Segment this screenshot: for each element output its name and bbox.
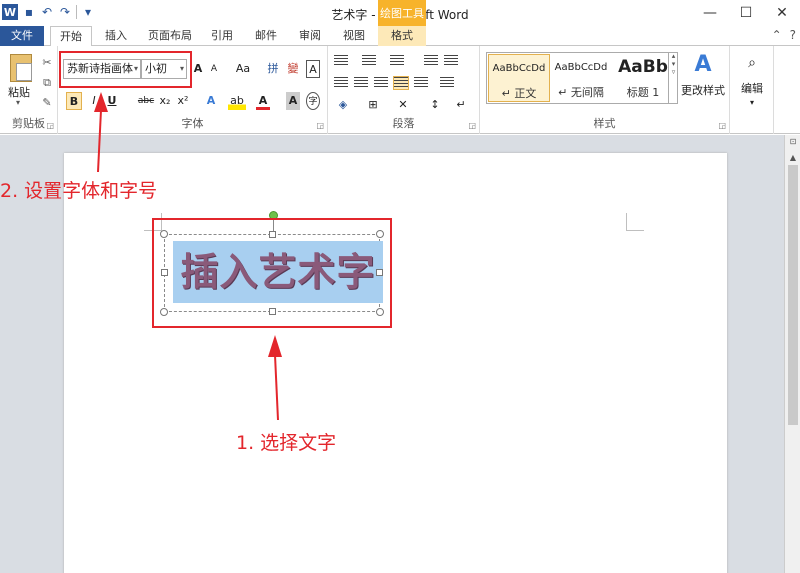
tab-review[interactable]: 审阅 bbox=[292, 26, 328, 46]
copy-icon[interactable]: ⧉ bbox=[40, 76, 54, 90]
annotation-box-text bbox=[152, 218, 392, 328]
drawing-tools-context: 绘图工具 bbox=[378, 0, 426, 26]
clear-format-icon[interactable]: 變 bbox=[286, 60, 300, 78]
paragraph-group-label: 段落 bbox=[392, 117, 415, 130]
paragraph-launcher-icon[interactable]: ◲ bbox=[468, 121, 476, 130]
justify-icon[interactable] bbox=[393, 76, 410, 90]
italic-button[interactable]: I bbox=[88, 92, 100, 110]
sort-icon[interactable]: ↕ bbox=[428, 96, 442, 114]
tab-references[interactable]: 引用 bbox=[204, 26, 240, 46]
ribbon-tabs: 文件 开始 插入 页面布局 引用 邮件 审阅 视图 格式 ⌃ ? bbox=[0, 26, 800, 47]
style-name: 标题 1 bbox=[626, 86, 660, 99]
ruler-toggle-icon[interactable]: ⊡ bbox=[785, 137, 800, 151]
binoculars-icon[interactable]: ⌕ bbox=[742, 54, 762, 72]
shrink-font-button[interactable]: A bbox=[208, 60, 220, 78]
show-marks-icon[interactable]: ↵ bbox=[454, 96, 468, 114]
annotation-step2: 2. 设置字体和字号 bbox=[0, 180, 158, 202]
clipboard-group: 粘贴 ▾ ✂ ⧉ ✎ 剪贴板 ◲ bbox=[0, 46, 58, 134]
style-sample: AaBb bbox=[618, 57, 668, 77]
editing-dropdown-icon[interactable]: ▾ bbox=[734, 94, 770, 112]
char-shading-icon[interactable]: A bbox=[286, 92, 300, 110]
help-icon[interactable]: ? bbox=[790, 28, 796, 42]
scroll-thumb[interactable] bbox=[788, 165, 798, 425]
align-right-icon[interactable] bbox=[374, 76, 390, 90]
styles-gallery: AaBbCcDd ↵ 正文 AaBbCcDd ↵ 无间隔 AaBb 标题 1 bbox=[486, 52, 678, 104]
annotation-step1: 1. 选择文字 bbox=[236, 432, 337, 454]
text-effects-icon[interactable]: A bbox=[204, 92, 218, 110]
shading-icon[interactable]: ◈ bbox=[334, 96, 352, 114]
margin-corner-tr bbox=[626, 213, 644, 231]
tab-format[interactable]: 格式 bbox=[378, 26, 426, 46]
document-page[interactable]: 插入艺术字 bbox=[64, 153, 727, 573]
annotation-box-font bbox=[59, 51, 192, 88]
styles-group-label: 样式 bbox=[593, 117, 616, 130]
font-color-icon[interactable]: A bbox=[256, 92, 270, 110]
borders-icon[interactable]: ⊞ bbox=[364, 96, 382, 114]
grow-font-button[interactable]: A bbox=[192, 60, 204, 78]
enclose-char-icon[interactable]: 字 bbox=[306, 92, 320, 110]
underline-button[interactable]: U bbox=[106, 92, 118, 110]
style-name: ↵ 正文 bbox=[501, 87, 537, 100]
title-bar: W ▪ ↶ ↷ ▾ 艺术字 - Microsoft Word 绘图工具 — ☐ … bbox=[0, 0, 800, 26]
window-controls: — ☐ ✕ bbox=[692, 0, 800, 26]
numbering-icon[interactable] bbox=[362, 54, 378, 68]
font-group-label: 字体 bbox=[181, 117, 204, 130]
distributed-icon[interactable] bbox=[414, 76, 430, 90]
tab-page-layout[interactable]: 页面布局 bbox=[142, 26, 198, 46]
increase-indent-icon[interactable] bbox=[444, 54, 460, 68]
collapse-ribbon-icon[interactable]: ⌃ bbox=[772, 28, 782, 42]
paste-dropdown-icon[interactable]: ▾ bbox=[16, 98, 20, 107]
style-name: ↵ 无间隔 bbox=[558, 86, 604, 99]
maximize-button[interactable]: ☐ bbox=[728, 0, 764, 26]
styles-launcher-icon[interactable]: ◲ bbox=[718, 121, 726, 130]
subscript-button[interactable]: x₂ bbox=[158, 92, 172, 110]
style-sample: AaBbCcDd bbox=[554, 62, 608, 73]
vertical-scrollbar[interactable]: ⊡ ▲ bbox=[784, 135, 800, 573]
align-center-icon[interactable] bbox=[354, 76, 370, 90]
minimize-button[interactable]: — bbox=[692, 0, 728, 26]
char-border-icon[interactable]: A bbox=[306, 60, 320, 78]
tab-home[interactable]: 开始 bbox=[50, 26, 92, 47]
style-sample: AaBbCcDd bbox=[492, 63, 546, 74]
clipboard-launcher-icon[interactable]: ◲ bbox=[46, 121, 54, 130]
phonetic-guide-icon[interactable]: 拼 bbox=[266, 60, 280, 78]
decrease-indent-icon[interactable] bbox=[424, 54, 440, 68]
tab-view[interactable]: 视图 bbox=[336, 26, 372, 46]
font-launcher-icon[interactable]: ◲ bbox=[316, 121, 324, 130]
align-left-icon[interactable] bbox=[334, 76, 350, 90]
close-button[interactable]: ✕ bbox=[764, 0, 800, 26]
ribbon-tab-icons: ⌃ ? bbox=[772, 28, 796, 42]
cut-icon[interactable]: ✂ bbox=[40, 56, 54, 70]
editing-group: ⌕ 编辑 ▾ bbox=[730, 46, 774, 134]
style-heading-1[interactable]: AaBb 标题 1 bbox=[612, 54, 674, 102]
change-styles-icon[interactable]: A bbox=[690, 52, 716, 78]
line-spacing-icon[interactable] bbox=[440, 76, 456, 90]
style-no-spacing[interactable]: AaBbCcDd ↵ 无间隔 bbox=[550, 54, 612, 102]
highlight-icon[interactable]: ab bbox=[228, 92, 246, 110]
format-painter-icon[interactable]: ✎ bbox=[40, 96, 54, 110]
tab-file[interactable]: 文件 bbox=[0, 26, 44, 46]
change-styles-button[interactable]: 更改样式 bbox=[681, 82, 725, 100]
tab-mailings[interactable]: 邮件 bbox=[248, 26, 284, 46]
style-normal[interactable]: AaBbCcDd ↵ 正文 bbox=[488, 54, 550, 102]
styles-gallery-scroll[interactable]: ▴ ▾ ▿ bbox=[668, 52, 678, 104]
tab-insert[interactable]: 插入 bbox=[98, 26, 134, 46]
bullets-icon[interactable] bbox=[334, 54, 350, 68]
paragraph-group: ◈ ⊞ ✕ ↕ ↵ 段落 ◲ bbox=[328, 46, 480, 134]
bold-button[interactable]: B bbox=[66, 92, 82, 110]
chinese-layout-icon[interactable]: ✕ bbox=[394, 96, 412, 114]
multilevel-list-icon[interactable] bbox=[390, 54, 406, 68]
superscript-button[interactable]: x² bbox=[176, 92, 190, 110]
change-case-button[interactable]: Aa bbox=[232, 60, 254, 78]
strikethrough-button[interactable]: abc bbox=[136, 92, 156, 110]
paste-icon[interactable] bbox=[10, 54, 32, 82]
